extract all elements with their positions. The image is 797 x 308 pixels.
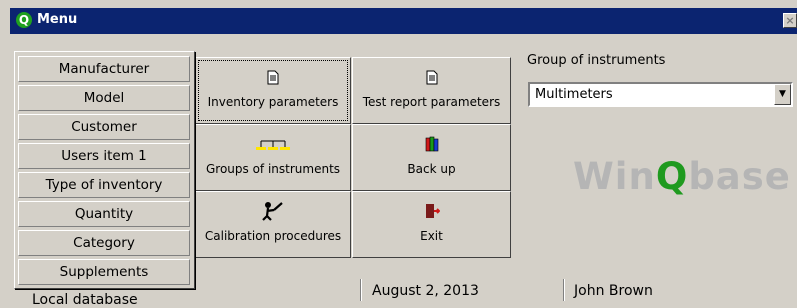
groups-icon [196, 135, 350, 153]
back-up-button[interactable]: Back up [352, 124, 511, 191]
button-label: Test report parameters [362, 95, 501, 109]
popup-menu: Manufacturer Model Customer Users item 1… [14, 51, 195, 289]
group-of-instruments-label: Group of instruments [527, 53, 666, 68]
button-label: Exit [420, 229, 443, 243]
books-icon [353, 135, 510, 153]
menu-item-category[interactable]: Category [18, 230, 190, 256]
menu-item-quantity[interactable]: Quantity [18, 201, 190, 227]
group-of-instruments-select[interactable]: Multimeters ▼ [528, 82, 793, 107]
menu-item-manufacturer[interactable]: Manufacturer [18, 56, 190, 82]
calibration-procedures-button[interactable]: Calibration procedures [195, 191, 351, 258]
menu-item-type-of-inventory[interactable]: Type of inventory [18, 172, 190, 198]
inventory-parameters-button[interactable]: Inventory parameters [195, 57, 351, 124]
status-user: John Brown [574, 283, 653, 299]
exit-door-icon [353, 202, 510, 220]
groups-of-instruments-button[interactable]: Groups of instruments [195, 124, 351, 191]
status-date: August 2, 2013 [372, 283, 479, 299]
document-icon [353, 68, 510, 86]
status-separator [563, 279, 565, 301]
status-separator [360, 279, 362, 301]
menu-item-users-item-1[interactable]: Users item 1 [18, 143, 190, 169]
button-label: Inventory parameters [207, 95, 339, 109]
menu-item-model[interactable]: Model [18, 85, 190, 111]
chevron-down-icon[interactable]: ▼ [774, 84, 791, 105]
window-title: Menu [37, 12, 78, 27]
menu-item-customer[interactable]: Customer [18, 114, 190, 140]
button-label: Calibration procedures [204, 229, 342, 243]
selected-value: Multimeters [535, 87, 613, 102]
menu-item-supplements[interactable]: Supplements [18, 259, 190, 285]
button-label: Back up [407, 162, 456, 176]
status-database: Local database [32, 292, 138, 308]
winqbase-logo: WinQbase [573, 155, 791, 198]
exit-button[interactable]: Exit [352, 191, 511, 258]
title-bar: Q Menu × [10, 8, 797, 34]
button-label: Groups of instruments [205, 162, 341, 176]
calibration-icon [196, 202, 350, 221]
app-logo-icon: Q [16, 12, 32, 28]
close-button[interactable]: × [783, 13, 797, 28]
document-icon [196, 68, 350, 86]
test-report-parameters-button[interactable]: Test report parameters [352, 57, 511, 124]
